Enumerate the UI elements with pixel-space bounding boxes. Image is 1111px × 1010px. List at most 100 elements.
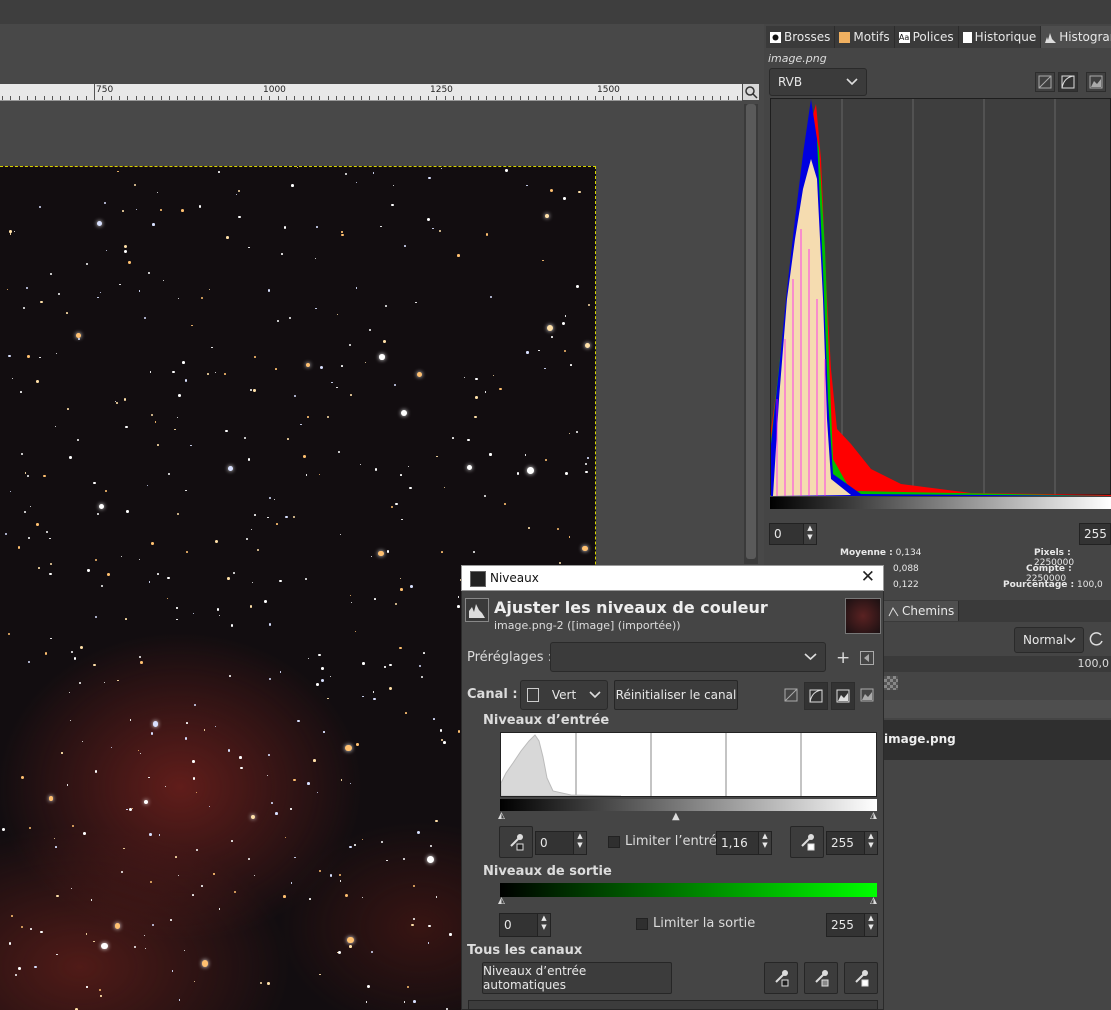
star: [100, 291, 102, 293]
output-gradient-bar[interactable]: [500, 883, 877, 897]
tab-histogram[interactable]: Histogramme: [1041, 26, 1111, 48]
histogram-plot[interactable]: [770, 98, 1111, 496]
spin-arrows-icon[interactable]: ▲ ▼: [758, 832, 771, 854]
star: [326, 697, 329, 700]
star: [269, 496, 271, 499]
star: [56, 895, 59, 898]
add-preset-icon[interactable]: +: [836, 648, 850, 668]
log-scale-icon[interactable]: [1058, 72, 1078, 92]
star: [154, 420, 157, 423]
input-low-value: 0: [540, 836, 548, 850]
presets-select[interactable]: [550, 642, 826, 672]
input-histogram[interactable]: [500, 732, 877, 797]
histogram-view-icon[interactable]: [831, 682, 855, 710]
star: [516, 472, 520, 476]
close-icon[interactable]: ✕: [861, 567, 875, 587]
output-high-handle[interactable]: ◮: [870, 896, 877, 906]
spin-arrows-icon[interactable]: ▲ ▼: [573, 832, 586, 854]
white-point-picker-button[interactable]: [790, 826, 824, 858]
output-high-field[interactable]: 255 ▲ ▼: [826, 913, 878, 937]
histogram-channels-icon[interactable]: [858, 686, 878, 706]
output-high-value: 255: [831, 918, 854, 932]
ruler-tick: [427, 96, 429, 100]
star: [472, 551, 475, 554]
star: [121, 209, 124, 212]
vertical-scrollbar[interactable]: [744, 104, 758, 564]
star: [349, 845, 352, 849]
black-point-picker-button[interactable]: [499, 826, 533, 858]
ruler-tick: [235, 96, 237, 100]
reset-mode-icon[interactable]: [1088, 630, 1108, 650]
input-gradient-bar[interactable]: [500, 799, 877, 811]
reset-channel-button[interactable]: Réinitialiser le canal: [614, 680, 738, 710]
layer-mode-select[interactable]: Normal: [1014, 627, 1084, 653]
log-histogram-icon[interactable]: [804, 682, 828, 710]
stat-pixels-label: Pixels :: [1034, 548, 1071, 558]
rgb-histogram-icon[interactable]: [1086, 72, 1106, 92]
ruler-tick: [695, 96, 697, 100]
input-high-field[interactable]: 255 ▲ ▼: [826, 831, 878, 855]
dialog-window-title: Niveaux: [490, 571, 539, 585]
tab-brushes[interactable]: Brosses: [766, 26, 836, 48]
star: [563, 349, 567, 353]
tab-label: Histogramme: [1059, 30, 1111, 44]
star: [435, 819, 438, 823]
star: [341, 231, 343, 233]
input-high-handle[interactable]: ◮: [870, 811, 877, 821]
lock-alpha-icon[interactable]: [884, 676, 898, 690]
horizontal-ruler[interactable]: 750 1000 1250 1500: [0, 84, 742, 101]
star: [545, 458, 548, 461]
output-low-handle[interactable]: ◭: [498, 896, 505, 906]
spin-arrows-icon[interactable]: ▲ ▼: [803, 524, 816, 544]
tab-paths[interactable]: Chemins: [884, 601, 960, 621]
gamma-field[interactable]: 1,16 ▲ ▼: [716, 831, 772, 855]
zoom-navigate-icon[interactable]: [743, 84, 759, 100]
star: [307, 782, 310, 785]
star: [215, 540, 218, 544]
star: [293, 395, 296, 398]
histogram-channel-select[interactable]: RVB: [769, 68, 867, 96]
dialog-heading: Ajuster les niveaux de couleur: [494, 598, 768, 617]
star: [474, 415, 477, 419]
star: [15, 973, 18, 976]
pick-black-all-button[interactable]: [764, 962, 798, 994]
star: [20, 925, 23, 929]
spin-arrows-icon[interactable]: ▲ ▼: [864, 832, 877, 854]
clamp-output-checkbox[interactable]: [636, 918, 648, 930]
curves-expander[interactable]: [468, 1000, 878, 1010]
star: [585, 470, 589, 474]
star: [318, 474, 320, 476]
histogram-range-max[interactable]: 255: [1079, 523, 1111, 545]
layer-row[interactable]: image.png: [884, 720, 1111, 760]
gamma-handle[interactable]: ▲: [672, 811, 680, 822]
input-low-field[interactable]: 0 ▲ ▼: [535, 831, 587, 855]
levels-icon: [465, 598, 489, 622]
tab-patterns[interactable]: Motifs: [835, 26, 895, 48]
output-low-field[interactable]: 0 ▲ ▼: [499, 913, 551, 937]
star: [124, 245, 128, 249]
pick-gray-all-button[interactable]: [804, 962, 838, 994]
tab-history[interactable]: Historique: [958, 26, 1042, 48]
input-low-handle[interactable]: ◭: [498, 811, 505, 821]
linear-scale-icon[interactable]: [1035, 72, 1055, 92]
levels-dialog-titlebar[interactable]: Niveaux ✕: [461, 565, 884, 591]
star: [191, 760, 195, 763]
tab-fonts[interactable]: Aa Polices: [894, 26, 959, 48]
spin-arrows-icon[interactable]: ▲ ▼: [537, 914, 550, 936]
preset-menu-icon[interactable]: [860, 651, 874, 665]
clamp-input-checkbox[interactable]: [608, 836, 620, 848]
histogram-range-min[interactable]: 0 ▲ ▼: [769, 523, 817, 545]
scrollbar-thumb[interactable]: [746, 104, 756, 559]
star: [66, 408, 69, 410]
star: [329, 874, 332, 877]
linear-histogram-icon[interactable]: [782, 686, 802, 706]
star: [200, 296, 203, 300]
histogram-gradient-bar[interactable]: [770, 497, 1111, 509]
auto-input-levels-button[interactable]: Niveaux d’entrée automatiques: [482, 962, 672, 994]
stat-mean-value: 0,134: [895, 548, 922, 558]
star: [40, 930, 43, 933]
spin-arrows-icon[interactable]: ▲ ▼: [864, 914, 877, 936]
pick-white-all-button[interactable]: [844, 962, 878, 994]
opacity-slider[interactable]: 100,0: [884, 656, 1111, 672]
channel-select[interactable]: Vert: [520, 680, 608, 710]
